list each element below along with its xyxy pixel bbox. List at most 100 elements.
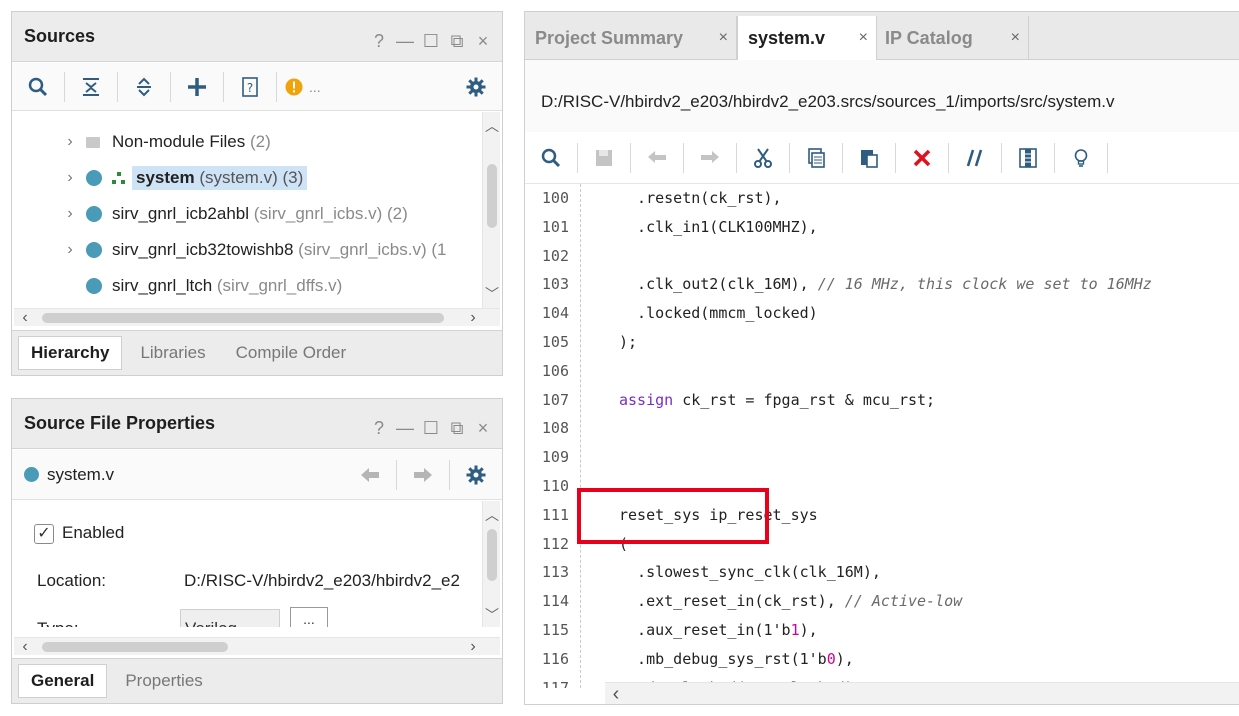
line-number: 114	[541, 592, 569, 611]
file-path-bar: D:/RISC-V/hbirdv2_e203/hbirdv2_e203.srcs…	[525, 60, 1239, 132]
scroll-down-icon[interactable]: ﹀	[483, 605, 501, 625]
minimize-icon[interactable]: —	[396, 419, 414, 437]
tree-row-non-module-files[interactable]: › Non-module Files (2)	[12, 125, 482, 159]
tree-item-name: system	[136, 168, 195, 187]
gear-icon[interactable]	[450, 456, 502, 494]
collapse-all-icon[interactable]	[65, 68, 117, 106]
editor-horizontal-scrollbar[interactable]: ‹	[605, 682, 1239, 704]
properties-header: Source File Properties ? — ☐ ⧉ ×	[12, 399, 502, 449]
location-value: D:/RISC-V/hbirdv2_e203/hbirdv2_e2	[184, 571, 460, 590]
code-segment: .aux_reset_in(1'b	[619, 621, 791, 639]
gear-icon[interactable]	[450, 68, 502, 106]
code-editor[interactable]: 100 .resetn(ck_rst), 101 .clk_in1(CLK100…	[525, 184, 1239, 688]
toggle-comment-icon[interactable]	[949, 139, 1001, 177]
scroll-right-icon[interactable]: ›	[464, 638, 482, 656]
tab-project-summary[interactable]: Project Summary ×	[525, 16, 737, 60]
tab-compile-order[interactable]: Compile Order	[224, 337, 359, 369]
tree-row-icb2ahbl[interactable]: › sirv_gnrl_icb2ahbl (sirv_gnrl_icbs.v) …	[12, 197, 482, 231]
close-icon[interactable]: ×	[859, 29, 868, 47]
scroll-left-icon[interactable]: ‹	[16, 638, 34, 656]
file-path: D:/RISC-V/hbirdv2_e203/hbirdv2_e203.srcs…	[541, 92, 1115, 111]
chevron-right-icon[interactable]: ›	[62, 205, 78, 223]
chevron-right-icon[interactable]: ›	[62, 169, 78, 187]
tree-row-system[interactable]: › system (system.v) (3)	[12, 161, 482, 195]
code-segment: .ext_reset_in(ck_rst),	[619, 592, 845, 611]
scroll-left-icon[interactable]: ‹	[16, 309, 34, 327]
redo-icon[interactable]	[684, 139, 736, 177]
minimize-icon[interactable]: —	[396, 32, 414, 50]
tree-horizontal-scrollbar[interactable]: ‹ ›	[14, 308, 500, 326]
line-number: 113	[541, 563, 569, 582]
code-line: 101 .clk_in1(CLK100MHZ),	[525, 213, 1239, 242]
type-value-text: Verilog	[185, 619, 237, 627]
tab-ip-catalog[interactable]: IP Catalog ×	[877, 16, 1029, 60]
scroll-up-icon[interactable]: ︿	[483, 505, 501, 525]
enabled-checkbox[interactable]: ✓	[34, 523, 54, 544]
chevron-right-icon[interactable]: ›	[62, 133, 78, 151]
type-more-button[interactable]: ...	[290, 607, 328, 627]
module-icon	[86, 278, 102, 294]
code-comment: // 16 MHz, this clock we set to 16MHz	[817, 275, 1152, 294]
column-select-icon[interactable]	[1002, 139, 1054, 177]
tab-general[interactable]: General	[18, 664, 108, 698]
copy-icon[interactable]	[790, 139, 842, 177]
line-number: 103	[541, 275, 569, 294]
properties-vertical-scrollbar[interactable]: ︿ ﹀	[482, 501, 500, 627]
chevron-right-icon[interactable]: ›	[62, 241, 78, 259]
maximize-icon[interactable]: ☐	[422, 419, 440, 437]
scroll-down-icon[interactable]: ﹀	[483, 284, 501, 304]
save-icon[interactable]	[578, 139, 630, 177]
help-icon[interactable]: ?	[370, 32, 388, 50]
scroll-left-icon[interactable]: ‹	[607, 684, 625, 704]
scroll-thumb[interactable]	[42, 642, 228, 652]
code-segment: .mb_debug_sys_rst(1'b	[619, 649, 827, 668]
code-line: 113 .slowest_sync_clk(clk_16M),	[525, 558, 1239, 587]
tree-vertical-scrollbar[interactable]: ︿ ﹀	[482, 112, 500, 308]
warning-icon[interactable]: ...	[277, 68, 329, 106]
properties-file-name: system.v	[47, 464, 115, 484]
help-icon[interactable]: ?	[370, 419, 388, 437]
tab-label: system.v	[748, 27, 826, 48]
maximize-icon[interactable]: ☐	[422, 32, 440, 50]
scroll-right-icon[interactable]: ›	[464, 309, 482, 327]
expand-all-icon[interactable]	[118, 68, 170, 106]
lightbulb-icon[interactable]	[1055, 139, 1107, 177]
paste-icon[interactable]	[843, 139, 895, 177]
search-icon[interactable]	[12, 68, 64, 106]
float-icon[interactable]: ⧉	[448, 32, 466, 50]
arrow-left-icon[interactable]	[344, 456, 396, 494]
float-icon[interactable]: ⧉	[448, 419, 466, 437]
code-comment: // Active-low	[844, 592, 963, 611]
tab-hierarchy[interactable]: Hierarchy	[18, 336, 123, 370]
close-icon[interactable]: ×	[719, 29, 728, 47]
line-number: 100	[541, 189, 569, 207]
search-icon[interactable]	[525, 139, 577, 177]
tab-libraries[interactable]: Libraries	[128, 337, 217, 369]
arrow-right-icon[interactable]	[397, 456, 449, 494]
scroll-thumb[interactable]	[42, 313, 444, 323]
selected-item[interactable]: system (system.v) (3)	[132, 166, 308, 190]
tab-system-v[interactable]: system.v ×	[737, 16, 877, 60]
cut-icon[interactable]	[737, 139, 789, 177]
close-icon[interactable]: ×	[1011, 29, 1020, 47]
scroll-up-icon[interactable]: ︿	[483, 116, 501, 136]
scroll-thumb[interactable]	[487, 164, 497, 228]
scroll-thumb[interactable]	[487, 529, 497, 581]
undo-icon[interactable]	[631, 139, 683, 177]
code-segment: ck_rst = fpga_rst & mcu_rst;	[673, 390, 936, 409]
close-icon[interactable]: ×	[474, 419, 492, 437]
close-icon[interactable]: ×	[474, 32, 492, 50]
editor-toolbar	[525, 132, 1239, 184]
code-text: .resetn(ck_rst),	[619, 189, 782, 207]
file-info-icon[interactable]: ?	[224, 68, 276, 106]
tree-row-ltch[interactable]: sirv_gnrl_ltch (sirv_gnrl_dffs.v)	[12, 269, 482, 303]
line-number: 110	[541, 477, 569, 495]
properties-window-controls: ? — ☐ ⧉ ×	[370, 419, 492, 437]
properties-horizontal-scrollbar[interactable]: ‹ ›	[14, 637, 500, 655]
type-label: Type:	[37, 619, 79, 627]
tab-properties[interactable]: Properties	[113, 665, 214, 697]
add-sources-icon[interactable]	[171, 68, 223, 106]
tree-row-icb32towishb8[interactable]: › sirv_gnrl_icb32towishb8 (sirv_gnrl_icb…	[12, 233, 482, 267]
toolbar-separator	[1107, 142, 1108, 173]
delete-icon[interactable]	[896, 139, 948, 177]
